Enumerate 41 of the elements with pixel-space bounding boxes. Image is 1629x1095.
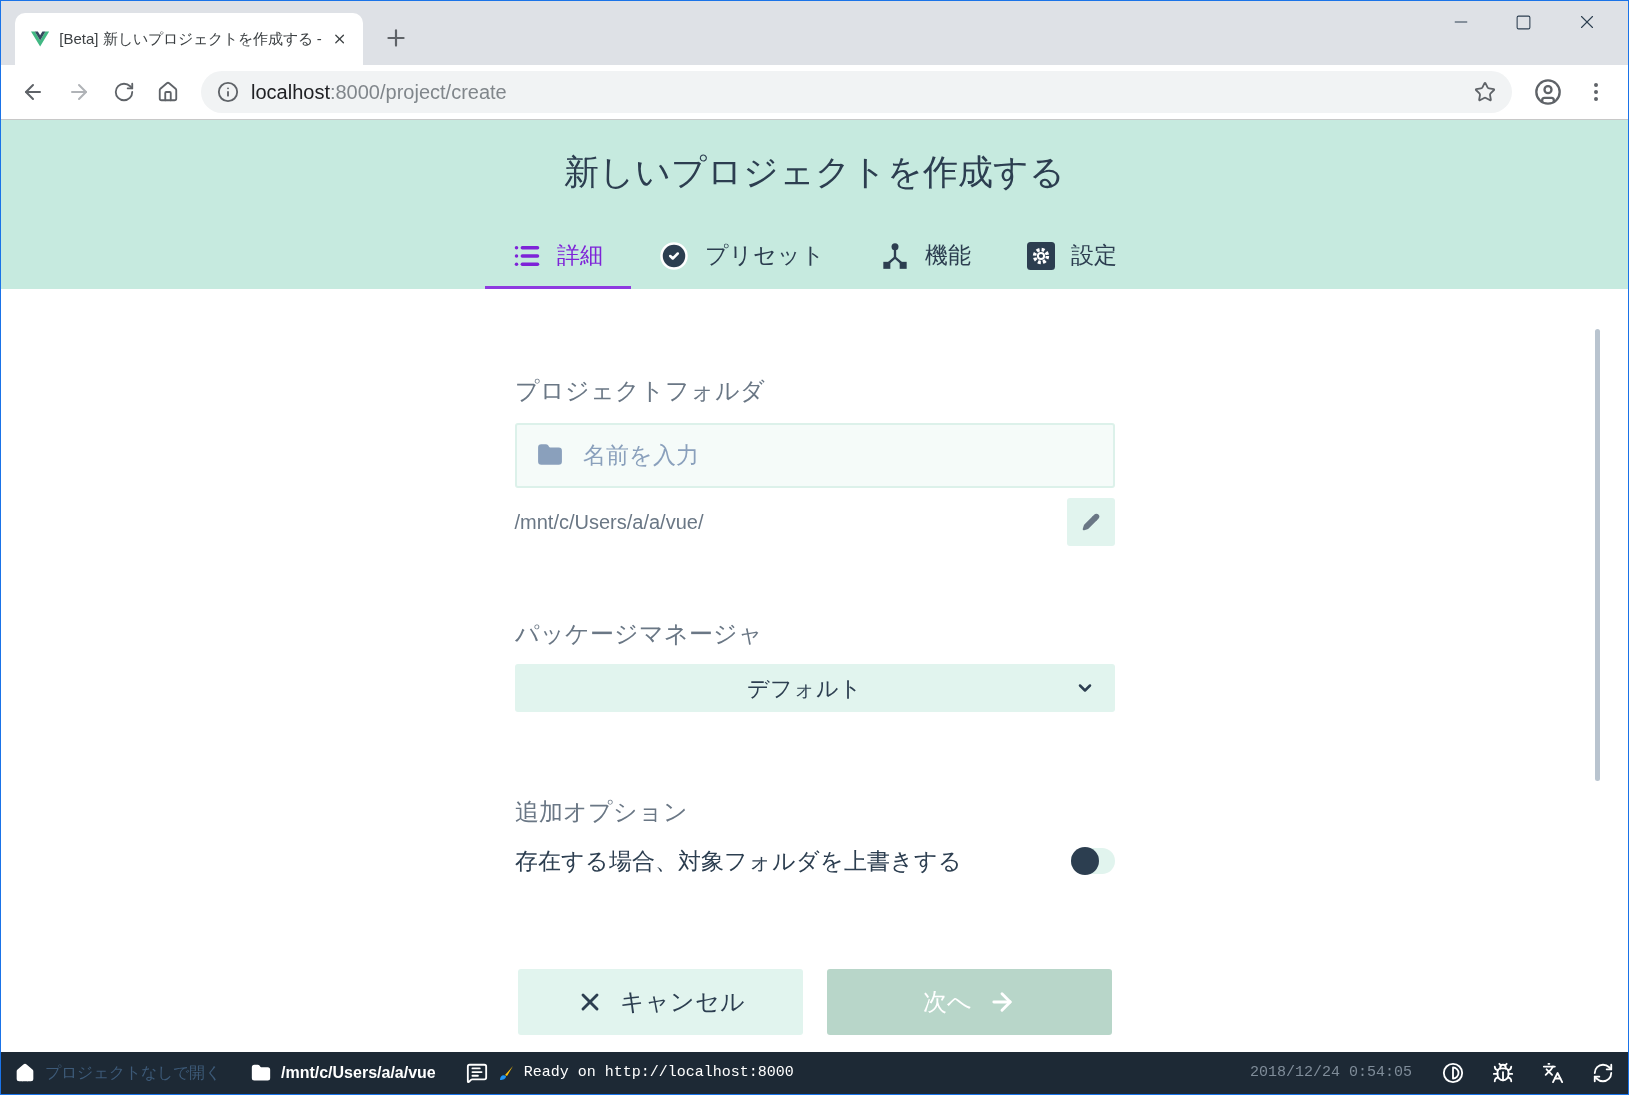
contrast-icon[interactable] [1442,1062,1464,1084]
scrollbar[interactable] [1595,329,1600,781]
bookmark-star-icon[interactable] [1474,81,1496,103]
log-message: Ready on http://localhost:8000 [523,1062,794,1083]
nav-tab[interactable]: 詳細 [484,225,631,289]
profile-icon[interactable] [1534,78,1562,106]
nav-tab[interactable]: 設定 [998,225,1145,289]
logo-icon [31,29,50,49]
field-label: パッケージマネージャ [514,619,764,649]
home-icon[interactable] [157,81,179,103]
folder-path: /mnt/c/Users/a/a/vue/ [514,510,704,535]
timestamp: 2018/12/24 0:54:05 [1249,1062,1412,1083]
pencil-icon [1081,513,1100,531]
field-label: プロジェクトフォルダ [514,376,766,406]
fork-icon [880,241,909,270]
page-title: 新しいプロジェクトを作成する [564,151,1065,193]
check-circle-icon [658,240,689,271]
nav-tab[interactable]: 機能 [852,225,999,289]
maximize-icon[interactable] [1515,13,1532,31]
browser-tab[interactable]: [Beta] 新しいプロジェクトを作成する - [15,13,363,65]
nav-tab[interactable]: プリセット [630,225,853,289]
url-text: localhost:8000/project/create [251,80,508,105]
cancel-button[interactable]: キャンセル [517,968,803,1035]
toggle-switch[interactable] [1070,848,1115,875]
edit-path-button[interactable] [1066,498,1115,546]
gear-icon [1026,241,1055,270]
current-folder[interactable]: /mnt/c/Users/a/a/vue [281,1061,436,1085]
reload-icon[interactable] [113,81,135,103]
package-manager-select[interactable]: デフォルト [514,664,1115,712]
tab-title: [Beta] 新しいプロジェクトを作成する - [59,28,322,49]
folder-name-field[interactable]: 名前を入力 [514,423,1115,488]
translate-icon[interactable] [1542,1062,1564,1084]
option-label: 存在する場合、対象フォルダを上書きする [514,847,962,876]
folder-icon [536,442,563,468]
folder-icon [251,1063,271,1083]
info-icon [217,81,239,103]
bug-icon[interactable] [1492,1062,1514,1084]
address-bar[interactable]: localhost:8000/project/create [201,71,1512,113]
section-label: 追加オプション [514,797,689,827]
log-icon[interactable] [465,1062,488,1084]
refresh-icon[interactable] [1592,1062,1614,1084]
